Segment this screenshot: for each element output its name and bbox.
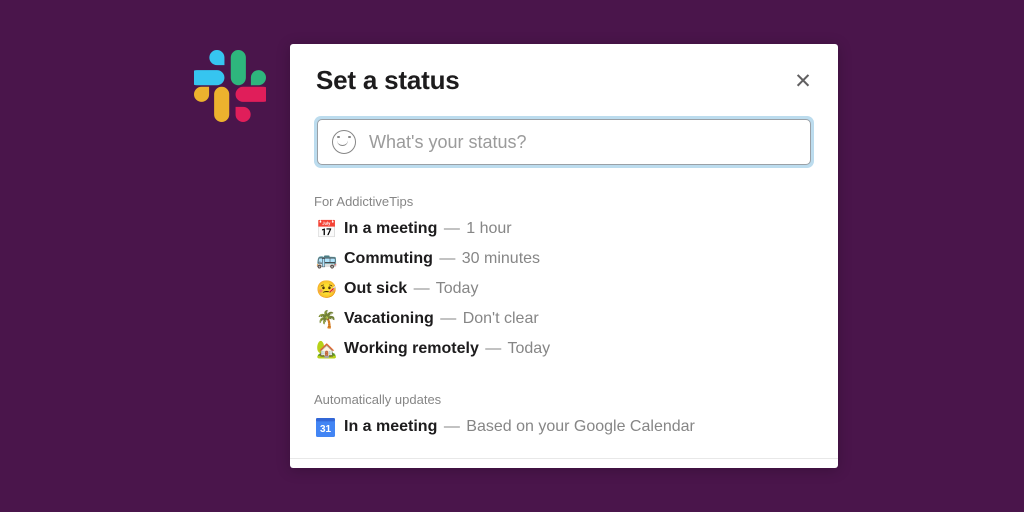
slack-logo	[194, 50, 266, 122]
status-separator: —	[442, 418, 462, 435]
status-source: Based on your Google Calendar	[466, 418, 695, 435]
status-label: Commuting	[344, 250, 433, 267]
status-separator: —	[438, 310, 458, 327]
list-item[interactable]: 🤒 Out sick — Today	[314, 274, 814, 304]
status-input[interactable]	[369, 132, 796, 153]
list-item-text: In a meeting — Based on your Google Cale…	[344, 418, 695, 436]
list-item-text: In a meeting — 1 hour	[344, 220, 512, 238]
section-heading-for-workspace: For AddictiveTips	[314, 194, 814, 209]
auto-status-list: 31 In a meeting — Based on your Google C…	[314, 412, 814, 442]
list-item-text: Vacationing — Don't clear	[344, 310, 539, 328]
status-input-container[interactable]	[317, 119, 811, 165]
status-input-focus-ring	[314, 116, 814, 168]
dialog-header: Set a status ✕	[290, 44, 838, 116]
list-item[interactable]: 📅 In a meeting — 1 hour	[314, 214, 814, 244]
svg-text:31: 31	[320, 424, 332, 435]
section-heading-automatic: Automatically updates	[314, 392, 814, 407]
status-preset-list: 📅 In a meeting — 1 hour 🚌 Commuting — 30…	[314, 214, 814, 364]
smiley-icon[interactable]	[332, 130, 356, 154]
close-icon[interactable]: ✕	[788, 66, 818, 96]
list-item[interactable]: 🚌 Commuting — 30 minutes	[314, 244, 814, 274]
page-title: Set a status	[316, 67, 460, 93]
status-duration: Today	[436, 280, 479, 297]
house-with-garden-icon: 🏡	[316, 341, 344, 358]
status-duration: Today	[507, 340, 550, 357]
calendar-icon: 📅	[316, 221, 344, 238]
status-label: Working remotely	[344, 340, 479, 357]
list-item-text: Commuting — 30 minutes	[344, 250, 540, 268]
section-automatically-updates: Automatically updates 31 In a meeting — …	[290, 392, 838, 442]
section-for-workspace: For AddictiveTips 📅 In a meeting — 1 hou…	[290, 194, 838, 364]
status-duration: 1 hour	[466, 220, 511, 237]
status-duration: 30 minutes	[462, 250, 540, 267]
list-item[interactable]: 🌴 Vacationing — Don't clear	[314, 304, 814, 334]
divider	[290, 458, 838, 459]
status-label: Vacationing	[344, 310, 434, 327]
screen: Set a status ✕ For AddictiveTips 📅 In a …	[0, 0, 1024, 512]
status-label: Out sick	[344, 280, 407, 297]
face-with-thermometer-icon: 🤒	[316, 281, 344, 298]
status-label: In a meeting	[344, 220, 437, 237]
set-status-dialog: Set a status ✕ For AddictiveTips 📅 In a …	[290, 44, 838, 468]
status-label: In a meeting	[344, 418, 437, 435]
bus-icon: 🚌	[316, 251, 344, 268]
list-item[interactable]: 31 In a meeting — Based on your Google C…	[314, 412, 814, 442]
status-separator: —	[442, 220, 462, 237]
status-separator: —	[483, 340, 503, 357]
status-duration: Don't clear	[463, 310, 539, 327]
status-separator: —	[412, 280, 432, 297]
list-item[interactable]: 🏡 Working remotely — Today	[314, 334, 814, 364]
palm-tree-icon: 🌴	[316, 311, 344, 328]
list-item-text: Working remotely — Today	[344, 340, 550, 358]
status-separator: —	[437, 250, 457, 267]
google-calendar-icon: 31	[316, 418, 344, 437]
list-item-text: Out sick — Today	[344, 280, 478, 298]
